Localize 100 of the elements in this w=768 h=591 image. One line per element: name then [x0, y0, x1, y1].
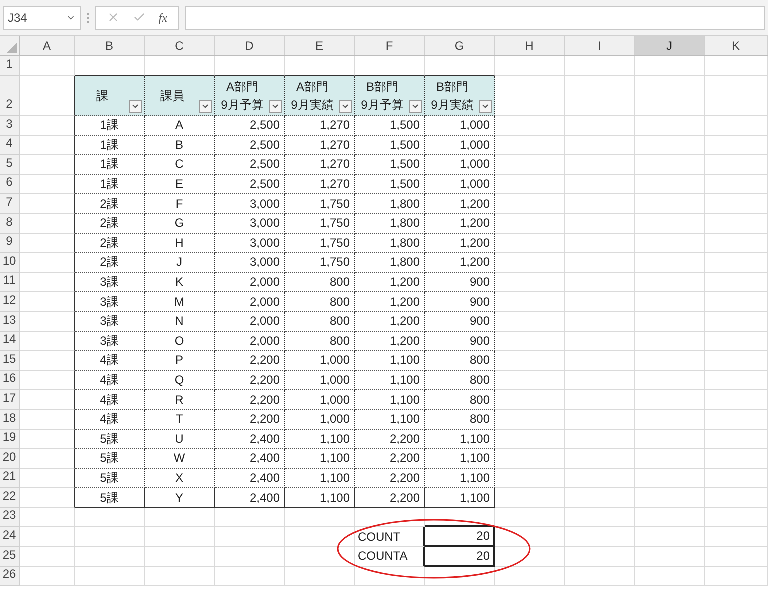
row-header[interactable]: 22 — [0, 488, 20, 508]
row-header[interactable]: 13 — [0, 312, 20, 332]
empty-cell — [635, 76, 705, 116]
row-header[interactable]: 21 — [0, 468, 20, 488]
table-cell: T — [145, 410, 215, 430]
insert-function-button[interactable]: fx — [158, 8, 168, 26]
column-header[interactable]: E — [285, 36, 355, 55]
table-cell: 3,000 — [215, 253, 285, 273]
empty-cell — [705, 272, 768, 292]
empty-cell — [565, 56, 635, 76]
row-header[interactable]: 5 — [0, 155, 20, 175]
empty-cell — [565, 410, 635, 430]
filter-dropdown-button[interactable] — [339, 100, 352, 113]
empty-cell — [635, 234, 705, 254]
table-cell: 1,100 — [285, 449, 355, 469]
row-header[interactable]: 17 — [0, 390, 20, 410]
empty-cell — [495, 390, 565, 410]
empty-cell — [495, 214, 565, 234]
column-heading: B部門 — [366, 78, 398, 96]
empty-cell — [285, 508, 355, 528]
table-cell: 2,000 — [215, 272, 285, 292]
row-header[interactable]: 7 — [0, 194, 20, 214]
row-header[interactable]: 6 — [0, 174, 20, 194]
row-header[interactable]: 20 — [0, 449, 20, 469]
row-header[interactable]: 10 — [0, 253, 20, 273]
empty-cell — [705, 253, 768, 273]
empty-cell — [705, 351, 768, 371]
table-cell: J — [145, 253, 215, 273]
filter-dropdown-button[interactable] — [409, 100, 422, 113]
empty-cell — [705, 566, 768, 586]
formula-field[interactable] — [185, 6, 765, 30]
empty-cell — [565, 351, 635, 371]
filter-dropdown-button[interactable] — [479, 100, 492, 113]
column-header[interactable]: D — [215, 36, 285, 55]
table-cell: 2,200 — [355, 449, 425, 469]
table-cell: 1,100 — [355, 410, 425, 430]
empty-cell — [705, 136, 768, 156]
filter-dropdown-button[interactable] — [269, 100, 282, 113]
column-header[interactable]: G — [425, 36, 495, 55]
empty-cell — [705, 488, 768, 508]
table-cell: 2,500 — [215, 136, 285, 156]
row-header[interactable]: 2 — [0, 76, 20, 116]
table-cell: 1,000 — [425, 155, 495, 175]
column-header[interactable]: J — [635, 36, 705, 55]
empty-cell — [565, 449, 635, 469]
empty-cell — [495, 527, 565, 548]
empty-cell — [565, 468, 635, 488]
table-cell: 1,200 — [425, 253, 495, 273]
column-header[interactable]: A — [20, 36, 75, 55]
row-header[interactable]: 25 — [0, 547, 20, 567]
row-header[interactable]: 9 — [0, 234, 20, 254]
summary-label: COUNTA — [355, 547, 425, 567]
table-cell: 3,000 — [215, 194, 285, 214]
row-header[interactable]: 8 — [0, 214, 20, 234]
column-heading: 課員 — [160, 88, 184, 104]
empty-cell — [495, 508, 565, 528]
table-cell: 800 — [425, 410, 495, 430]
row-header[interactable]: 4 — [0, 136, 20, 156]
table-cell: 5課 — [75, 488, 145, 508]
empty-cell — [495, 430, 565, 450]
row-header[interactable]: 26 — [0, 566, 20, 586]
filter-dropdown-button[interactable] — [129, 100, 142, 113]
column-header[interactable]: K — [705, 36, 768, 55]
name-box[interactable]: J34 — [3, 6, 81, 30]
table-cell: 4課 — [75, 351, 145, 371]
table-cell: 1,100 — [425, 468, 495, 488]
row-header[interactable]: 19 — [0, 430, 20, 450]
row-header[interactable]: 12 — [0, 292, 20, 312]
row-header[interactable]: 18 — [0, 410, 20, 430]
column-header[interactable]: H — [495, 36, 565, 55]
empty-cell — [215, 566, 285, 586]
table-cell: 5課 — [75, 430, 145, 450]
table-cell: 2,500 — [215, 155, 285, 175]
table-cell: 900 — [425, 312, 495, 332]
column-header[interactable]: C — [145, 36, 215, 55]
empty-cell — [495, 468, 565, 488]
table-cell: U — [145, 430, 215, 450]
table-cell: 1,750 — [285, 234, 355, 254]
column-header[interactable]: F — [355, 36, 425, 55]
table-cell: 1,000 — [425, 136, 495, 156]
column-header[interactable]: B — [75, 36, 145, 55]
table-cell: 1,270 — [285, 174, 355, 194]
empty-cell — [355, 508, 425, 528]
row-header[interactable]: 3 — [0, 116, 20, 136]
empty-cell — [565, 488, 635, 508]
column-heading: A部門 — [296, 78, 328, 96]
row-header[interactable]: 1 — [0, 56, 20, 76]
row-header[interactable]: 23 — [0, 508, 20, 528]
row-header[interactable]: 15 — [0, 351, 20, 371]
row-header[interactable]: 11 — [0, 272, 20, 292]
row-header[interactable]: 16 — [0, 370, 20, 390]
empty-cell — [565, 332, 635, 352]
table-cell: N — [145, 312, 215, 332]
empty-cell — [705, 76, 768, 116]
table-cell: 800 — [425, 370, 495, 390]
empty-cell — [705, 155, 768, 175]
row-header[interactable]: 14 — [0, 332, 20, 352]
empty-cell — [285, 527, 355, 548]
row-header[interactable]: 24 — [0, 527, 20, 548]
filter-dropdown-button[interactable] — [199, 100, 212, 113]
